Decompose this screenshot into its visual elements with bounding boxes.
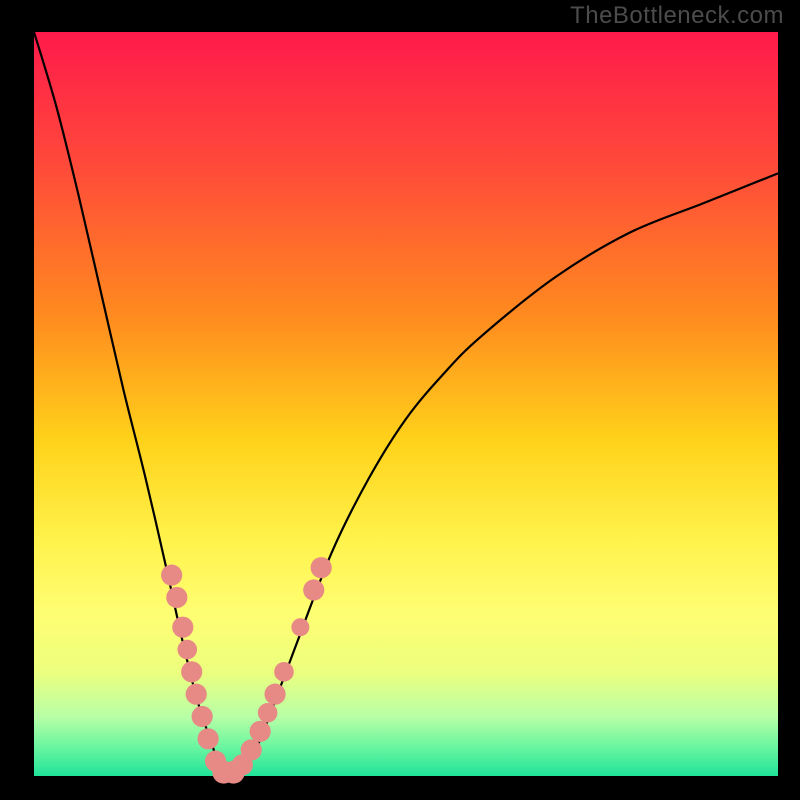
data-marker xyxy=(264,684,285,705)
data-marker xyxy=(186,684,207,705)
data-marker xyxy=(192,706,213,727)
bottleneck-curve xyxy=(34,32,778,777)
data-marker xyxy=(258,703,278,723)
data-marker xyxy=(177,640,197,660)
data-marker xyxy=(274,662,294,682)
data-marker xyxy=(166,587,187,608)
data-marker xyxy=(250,721,271,742)
data-marker xyxy=(172,617,193,638)
data-marker xyxy=(197,728,218,749)
data-marker xyxy=(311,557,332,578)
data-marker xyxy=(241,739,262,760)
data-marker xyxy=(181,661,202,682)
data-marker xyxy=(161,565,182,586)
data-marker xyxy=(303,579,324,600)
data-marker xyxy=(291,618,309,636)
chart-frame: TheBottleneck.com xyxy=(0,0,800,800)
chart-svg xyxy=(0,0,800,800)
